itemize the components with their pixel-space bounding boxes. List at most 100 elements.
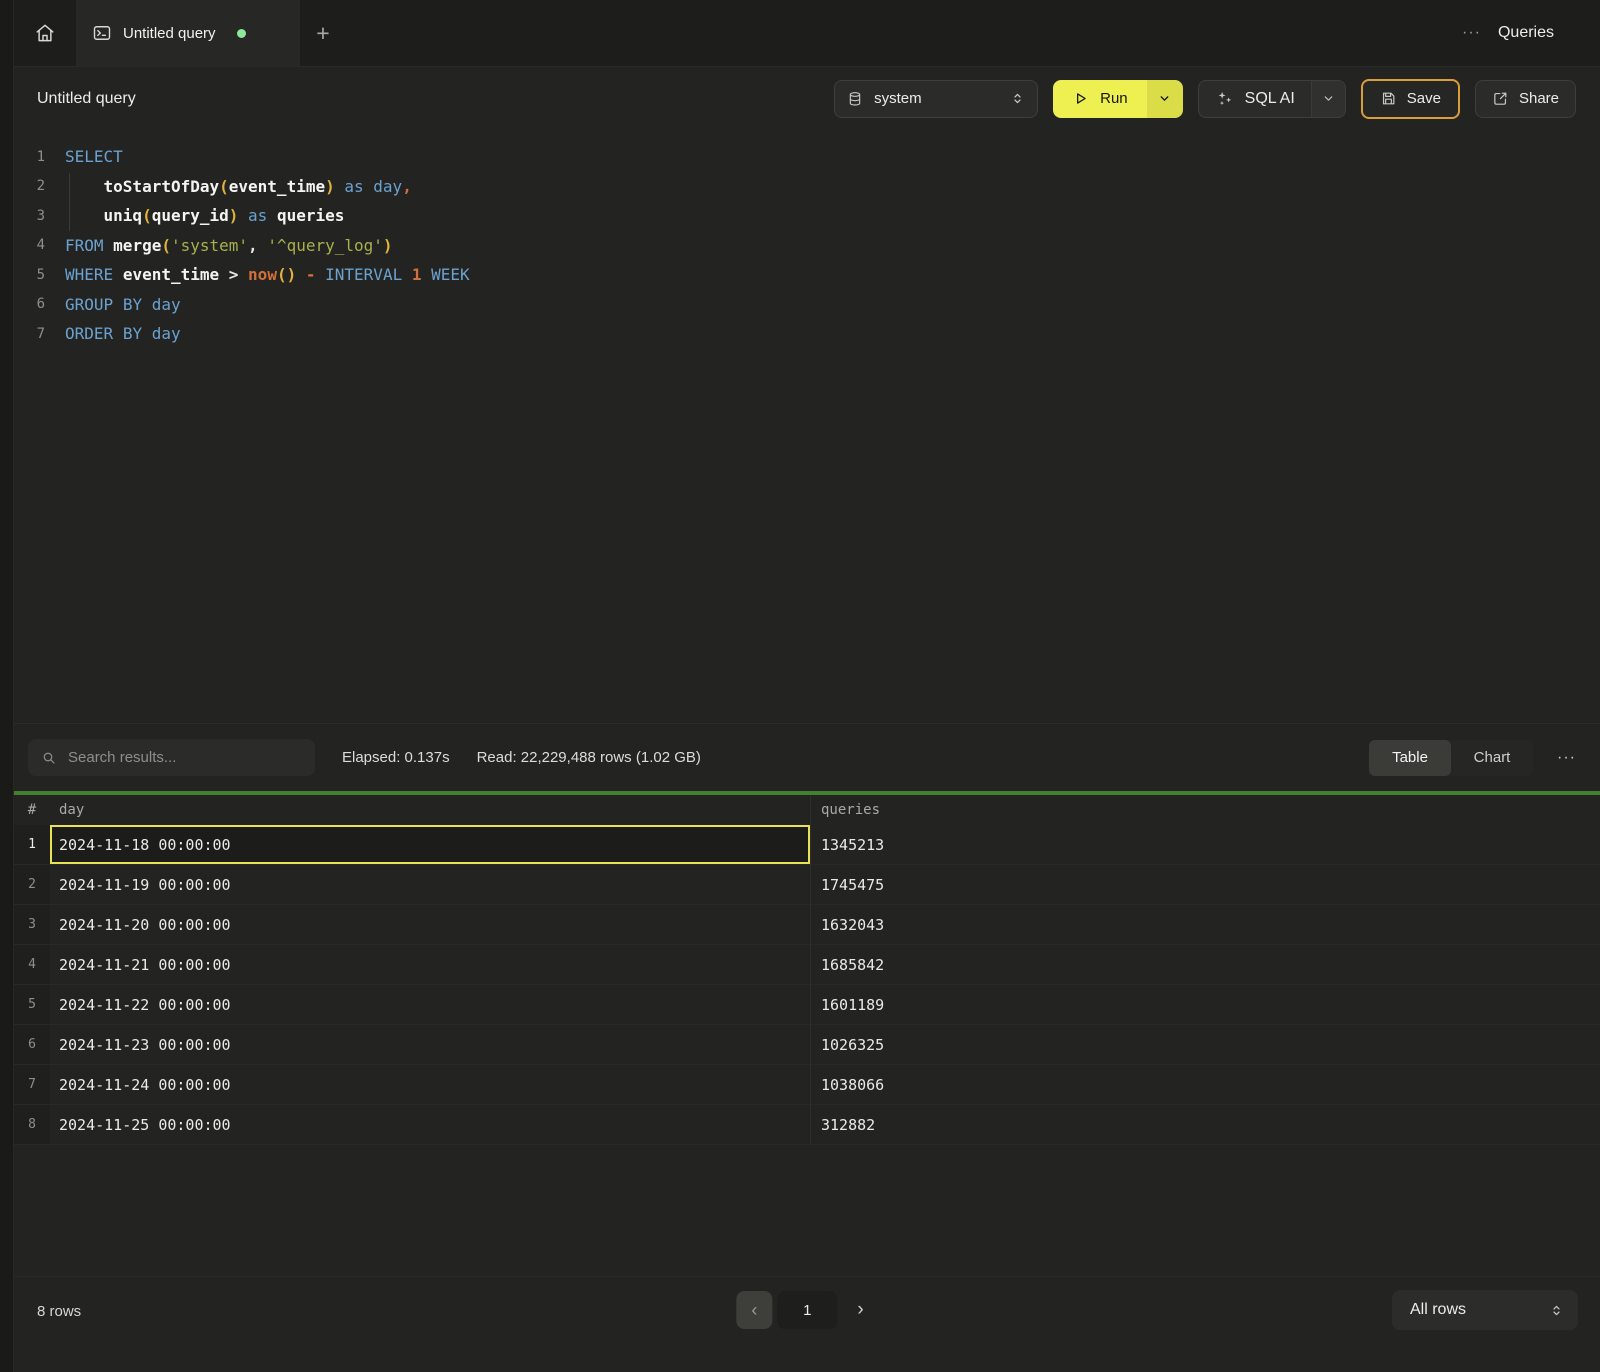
code-line: 4FROM merge('system', '^query_log') [0, 231, 1600, 261]
queries-panel-link[interactable]: Queries [1498, 24, 1554, 42]
cell-queries[interactable]: 1038066 [810, 1065, 1600, 1104]
cell-queries[interactable]: 1601189 [810, 985, 1600, 1024]
cell-queries[interactable]: 312882 [810, 1105, 1600, 1144]
sql-editor[interactable]: 1SELECT2 toStartOfDay(event_time) as day… [0, 130, 1600, 723]
code-text: SELECT [45, 147, 123, 166]
code-text: toStartOfDay(event_time) as day, [45, 177, 412, 196]
sql-ai-label: SQL AI [1245, 90, 1295, 108]
share-button[interactable]: Share [1475, 80, 1576, 118]
search-icon [41, 750, 57, 766]
cell-day[interactable]: 2024-11-18 00:00:00 [50, 825, 810, 864]
sql-ai-button-group: SQL AI [1198, 80, 1346, 118]
share-external-icon [1492, 90, 1509, 107]
home-tab[interactable] [14, 0, 76, 66]
left-edge-gutter [0, 0, 14, 1372]
row-index: 7 [14, 1065, 50, 1104]
page-title: Untitled query [37, 90, 136, 108]
database-select-value: system [874, 90, 922, 107]
pagination: ‹ 1 › [736, 1291, 863, 1329]
row-index: 2 [14, 865, 50, 904]
results-empty-area [0, 1145, 1600, 1276]
table-row: 62024-11-23 00:00:001026325 [14, 1025, 1600, 1065]
run-button[interactable]: Run [1053, 80, 1147, 118]
unsaved-indicator-dot [237, 29, 246, 38]
cell-queries[interactable]: 1685842 [810, 945, 1600, 984]
search-results-input[interactable]: Search results... [28, 739, 315, 776]
page-size-updown-icon [1549, 1303, 1564, 1318]
cell-day[interactable]: 2024-11-21 00:00:00 [50, 945, 810, 984]
play-icon [1072, 90, 1089, 107]
sql-ai-caret[interactable] [1311, 81, 1345, 117]
save-button[interactable]: Save [1361, 79, 1460, 119]
code-line: 1SELECT [0, 142, 1600, 172]
cell-queries[interactable]: 1026325 [810, 1025, 1600, 1064]
row-index: 6 [14, 1025, 50, 1064]
tab-overflow-menu-icon[interactable]: ··· [1462, 24, 1481, 42]
code-line: 3 uniq(query_id) as queries [0, 201, 1600, 231]
next-page-button[interactable]: › [857, 1299, 863, 1321]
page-size-select[interactable]: All rows [1392, 1290, 1578, 1330]
cell-day[interactable]: 2024-11-19 00:00:00 [50, 865, 810, 904]
save-icon [1380, 90, 1397, 107]
code-line: 6GROUP BY day [0, 290, 1600, 320]
tab-bar: Untitled query + ··· Queries [0, 0, 1600, 67]
table-row: 12024-11-18 00:00:001345213 [14, 825, 1600, 865]
new-tab-button[interactable]: + [300, 0, 346, 66]
cell-day[interactable]: 2024-11-20 00:00:00 [50, 905, 810, 944]
cell-day[interactable]: 2024-11-25 00:00:00 [50, 1105, 810, 1144]
code-text: uniq(query_id) as queries [45, 206, 344, 225]
share-button-label: Share [1519, 90, 1559, 107]
results-overflow-menu-icon[interactable]: ··· [1557, 749, 1576, 767]
results-table: # day queries 12024-11-18 00:00:00134521… [14, 795, 1600, 1145]
elapsed-stat: Elapsed: 0.137s [342, 749, 450, 766]
code-lines: 1SELECT2 toStartOfDay(event_time) as day… [0, 142, 1600, 349]
database-select[interactable]: system [834, 80, 1038, 118]
run-button-group: Run [1053, 80, 1183, 118]
cell-day[interactable]: 2024-11-22 00:00:00 [50, 985, 810, 1024]
results-toolbar: Search results... Elapsed: 0.137s Read: … [0, 723, 1600, 791]
row-index: 8 [14, 1105, 50, 1144]
view-toggle: Table Chart [1369, 740, 1533, 776]
cell-queries[interactable]: 1745475 [810, 865, 1600, 904]
code-text: WHERE event_time > now() - INTERVAL 1 WE… [45, 265, 470, 284]
run-button-label: Run [1100, 90, 1128, 107]
cell-queries[interactable]: 1632043 [810, 905, 1600, 944]
view-toggle-table[interactable]: Table [1369, 740, 1451, 776]
tab-title: Untitled query [123, 25, 216, 42]
current-page-button[interactable]: 1 [777, 1291, 837, 1329]
prev-page-button[interactable]: ‹ [736, 1291, 772, 1329]
console-tab-icon [92, 23, 112, 43]
code-text: GROUP BY day [45, 295, 181, 314]
cell-queries[interactable]: 1345213 [810, 825, 1600, 864]
code-text: FROM merge('system', '^query_log') [45, 236, 393, 255]
table-row: 72024-11-24 00:00:001038066 [14, 1065, 1600, 1105]
view-toggle-chart[interactable]: Chart [1451, 740, 1533, 776]
code-line: 5WHERE event_time > now() - INTERVAL 1 W… [0, 260, 1600, 290]
cell-day[interactable]: 2024-11-23 00:00:00 [50, 1025, 810, 1064]
query-controls: system Run [834, 79, 1576, 119]
home-icon [34, 22, 56, 44]
table-row: 52024-11-22 00:00:001601189 [14, 985, 1600, 1025]
cell-day[interactable]: 2024-11-24 00:00:00 [50, 1065, 810, 1104]
run-options-caret[interactable] [1147, 80, 1183, 118]
column-header-day[interactable]: day [50, 802, 810, 818]
database-icon [847, 91, 863, 107]
code-line: 2 toStartOfDay(event_time) as day, [0, 172, 1600, 202]
sql-ai-button[interactable]: SQL AI [1199, 81, 1311, 117]
tab-untitled-query[interactable]: Untitled query [76, 0, 300, 66]
row-index: 3 [14, 905, 50, 944]
row-index: 5 [14, 985, 50, 1024]
indent-guide [69, 173, 70, 231]
table-row: 82024-11-25 00:00:00312882 [14, 1105, 1600, 1145]
table-body: 12024-11-18 00:00:00134521322024-11-19 0… [14, 825, 1600, 1145]
sparkles-icon [1215, 89, 1234, 108]
row-count-label: 8 rows [37, 1303, 81, 1320]
table-row: 22024-11-19 00:00:001745475 [14, 865, 1600, 905]
column-header-queries[interactable]: queries [810, 795, 1600, 825]
results-footer: 8 rows ‹ 1 › All rows [0, 1276, 1600, 1372]
save-button-label: Save [1407, 90, 1441, 107]
page-size-value: All rows [1410, 1301, 1466, 1319]
row-index: 1 [14, 825, 50, 864]
select-updown-icon [1010, 91, 1025, 106]
table-row: 32024-11-20 00:00:001632043 [14, 905, 1600, 945]
